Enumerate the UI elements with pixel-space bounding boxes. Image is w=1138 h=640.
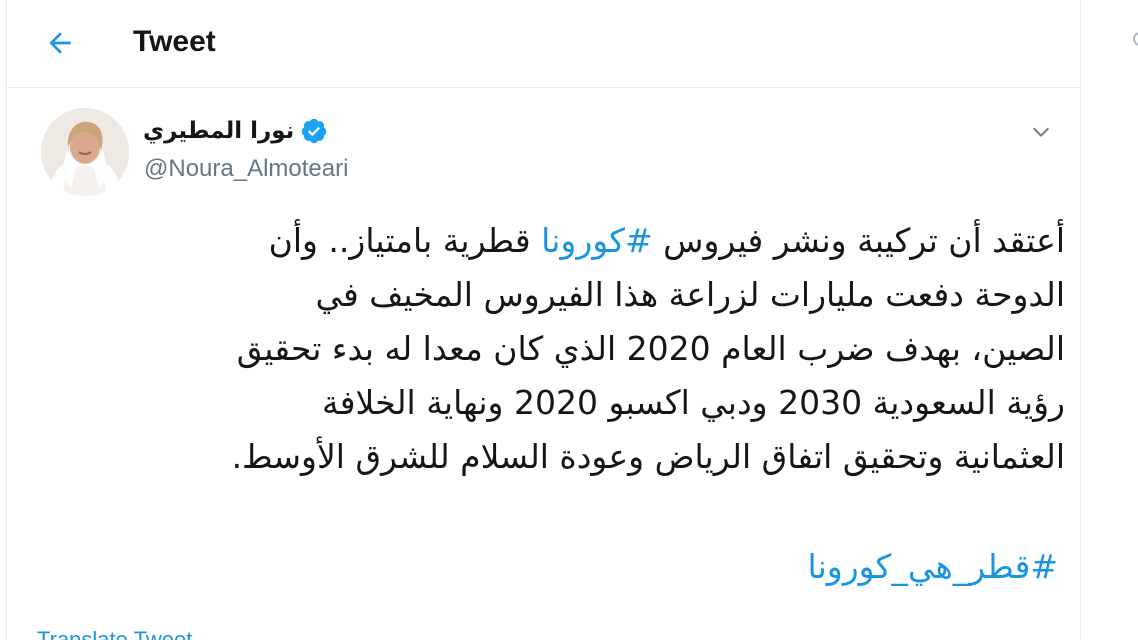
trailing-hashtag-link[interactable]: #قطر_هي_كورونا — [808, 540, 1058, 594]
author-name-row[interactable]: نورا المطيري — [143, 116, 328, 146]
author-handle[interactable]: @Noura_Almoteari — [144, 154, 348, 184]
tweet-line: رؤية السعودية 2030 ودبي اكسبو 2020 ونهاي… — [322, 383, 1065, 422]
back-button[interactable] — [37, 20, 83, 66]
translate-tweet-link[interactable]: Translate Tweet — [37, 626, 192, 640]
tweet-column: Tweet نورا المطيري @Noura_Almoteari أعتق… — [6, 0, 1081, 640]
verified-badge-icon — [302, 118, 327, 144]
tweet-line-1-before: أعتقد أن تركيبة ونشر فيروس — [652, 221, 1065, 260]
avatar[interactable] — [41, 108, 129, 196]
tweet-line: الصين، بهدف ضرب العام 2020 الذي كان معدا… — [236, 329, 1065, 368]
tweet-line: أعتقد أن تركيبة ونشر فيروس #كورونا قطرية… — [27, 214, 1065, 268]
sidebar-edge — [1128, 30, 1138, 54]
header: Tweet — [7, 0, 1080, 88]
chevron-down-icon — [1033, 127, 1049, 137]
tweet-line-1-after: قطرية بامتياز.. وأن — [268, 221, 542, 260]
tweet-line: العثمانية وتحقيق اتفاق الرياض وعودة السل… — [231, 437, 1065, 476]
author-name[interactable]: نورا المطيري — [143, 116, 294, 146]
page: Tweet نورا المطيري @Noura_Almoteari أعتق… — [0, 0, 1138, 640]
search-icon — [1133, 32, 1138, 46]
tweet-line: الدوحة دفعت مليارات لزراعة هذا الفيروس ا… — [315, 275, 1065, 314]
more-options-button[interactable] — [1023, 114, 1059, 150]
tweet-text: أعتقد أن تركيبة ونشر فيروس #كورونا قطرية… — [27, 214, 1065, 484]
avatar-image — [41, 108, 129, 196]
hashtag-link[interactable]: #كورونا — [541, 221, 653, 260]
page-title: Tweet — [133, 25, 216, 58]
arrow-left-icon — [49, 32, 71, 54]
